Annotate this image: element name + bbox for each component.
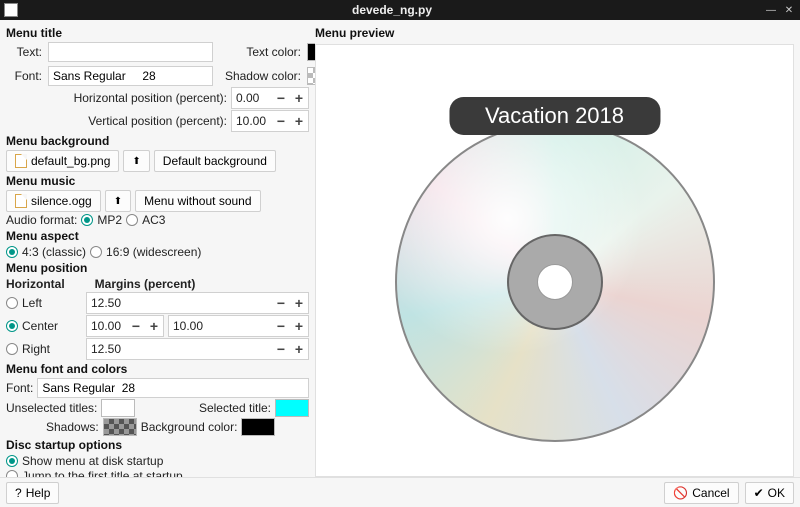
- shadow-color-label: Shadow color:: [219, 69, 301, 83]
- app-icon: [4, 3, 18, 17]
- bg-default-button[interactable]: Default background: [154, 150, 276, 172]
- section-menu-title: Menu title: [6, 26, 309, 40]
- window-body: Menu title Text: Text color: Font: Shado…: [0, 20, 800, 507]
- radio-right[interactable]: [6, 343, 18, 355]
- shadow-color-swatch[interactable]: [307, 67, 315, 85]
- bg-upload-button[interactable]: [123, 150, 149, 172]
- center-margin1-spinner[interactable]: 10.00−+: [86, 315, 164, 337]
- left-margin-spinner[interactable]: 12.50−+: [86, 292, 309, 314]
- bg-color-label: Background color:: [141, 420, 238, 434]
- horizontal-header: Horizontal: [6, 277, 65, 291]
- file-icon: [15, 194, 27, 208]
- plus-icon[interactable]: +: [145, 318, 163, 334]
- selected-title-label: Selected title:: [199, 401, 271, 415]
- selected-color-swatch[interactable]: [275, 399, 309, 417]
- minus-icon[interactable]: −: [272, 295, 290, 311]
- hpos-label: Horizontal position (percent):: [6, 91, 227, 105]
- close-button[interactable]: ✕: [782, 5, 796, 16]
- title-text-input[interactable]: [48, 42, 213, 62]
- radio-left[interactable]: [6, 297, 18, 309]
- text-color-label: Text color:: [219, 45, 301, 59]
- titlebar: devede_ng.py — ✕: [0, 0, 800, 20]
- bg-color-swatch[interactable]: [241, 418, 275, 436]
- radio-jump-first[interactable]: [6, 470, 18, 477]
- settings-panel: Menu title Text: Text color: Font: Shado…: [0, 20, 315, 477]
- cancel-icon: 🚫: [673, 486, 688, 500]
- unselected-color-swatch[interactable]: [101, 399, 135, 417]
- plus-icon[interactable]: +: [290, 341, 308, 357]
- font-label: Font:: [6, 69, 42, 83]
- preview-title-banner: Vacation 2018: [449, 97, 660, 135]
- plus-icon[interactable]: +: [290, 318, 308, 334]
- fc-font-input[interactable]: [37, 378, 309, 398]
- radio-43[interactable]: [6, 246, 18, 258]
- unselected-titles-label: Unselected titles:: [6, 401, 97, 415]
- radio-169[interactable]: [90, 246, 102, 258]
- hpos-spinner[interactable]: 0.00−+: [231, 87, 309, 109]
- section-menu-music: Menu music: [6, 174, 309, 188]
- center-margin2-spinner[interactable]: 10.00−+: [168, 315, 309, 337]
- plus-icon[interactable]: +: [290, 113, 308, 129]
- vpos-label: Vertical position (percent):: [6, 114, 227, 128]
- section-menu-position: Menu position: [6, 261, 309, 275]
- file-icon: [15, 154, 27, 168]
- audio-format-label: Audio format:: [6, 213, 77, 227]
- window-title: devede_ng.py: [24, 3, 760, 17]
- section-menu-background: Menu background: [6, 134, 309, 148]
- disc-graphic: [395, 122, 715, 442]
- right-margin-spinner[interactable]: 12.50−+: [86, 338, 309, 360]
- fc-font-label: Font:: [6, 381, 33, 395]
- radio-center[interactable]: [6, 320, 18, 332]
- shadows-label: Shadows:: [46, 420, 99, 434]
- radio-show-menu[interactable]: [6, 455, 18, 467]
- dialog-footer: ?Help 🚫Cancel ✔OK: [0, 477, 800, 507]
- bg-file-button[interactable]: default_bg.png: [6, 150, 119, 172]
- ok-button[interactable]: ✔OK: [745, 482, 794, 504]
- margins-header: Margins (percent): [95, 277, 196, 291]
- radio-mp2[interactable]: [81, 214, 93, 226]
- text-color-swatch[interactable]: [307, 43, 315, 61]
- cancel-button[interactable]: 🚫Cancel: [664, 482, 738, 504]
- radio-ac3[interactable]: [126, 214, 138, 226]
- preview-canvas: Vacation 2018: [315, 44, 794, 477]
- plus-icon[interactable]: +: [290, 295, 308, 311]
- section-font-colors: Menu font and colors: [6, 362, 309, 376]
- section-menu-preview: Menu preview: [315, 26, 794, 40]
- help-button[interactable]: ?Help: [6, 482, 59, 504]
- minus-icon[interactable]: −: [127, 318, 145, 334]
- section-disc-startup: Disc startup options: [6, 438, 309, 452]
- music-none-button[interactable]: Menu without sound: [135, 190, 260, 212]
- vpos-spinner[interactable]: 10.00−+: [231, 110, 309, 132]
- section-menu-aspect: Menu aspect: [6, 229, 309, 243]
- minus-icon[interactable]: −: [272, 113, 290, 129]
- music-upload-button[interactable]: [105, 190, 131, 212]
- plus-icon[interactable]: +: [290, 90, 308, 106]
- help-icon: ?: [15, 486, 22, 500]
- check-icon: ✔: [754, 486, 764, 500]
- music-file-button[interactable]: silence.ogg: [6, 190, 101, 212]
- text-label: Text:: [6, 45, 42, 59]
- shadows-color-swatch[interactable]: [103, 418, 137, 436]
- title-font-input[interactable]: [48, 66, 213, 86]
- minimize-button[interactable]: —: [764, 5, 778, 16]
- minus-icon[interactable]: −: [272, 90, 290, 106]
- minus-icon[interactable]: −: [272, 341, 290, 357]
- minus-icon[interactable]: −: [272, 318, 290, 334]
